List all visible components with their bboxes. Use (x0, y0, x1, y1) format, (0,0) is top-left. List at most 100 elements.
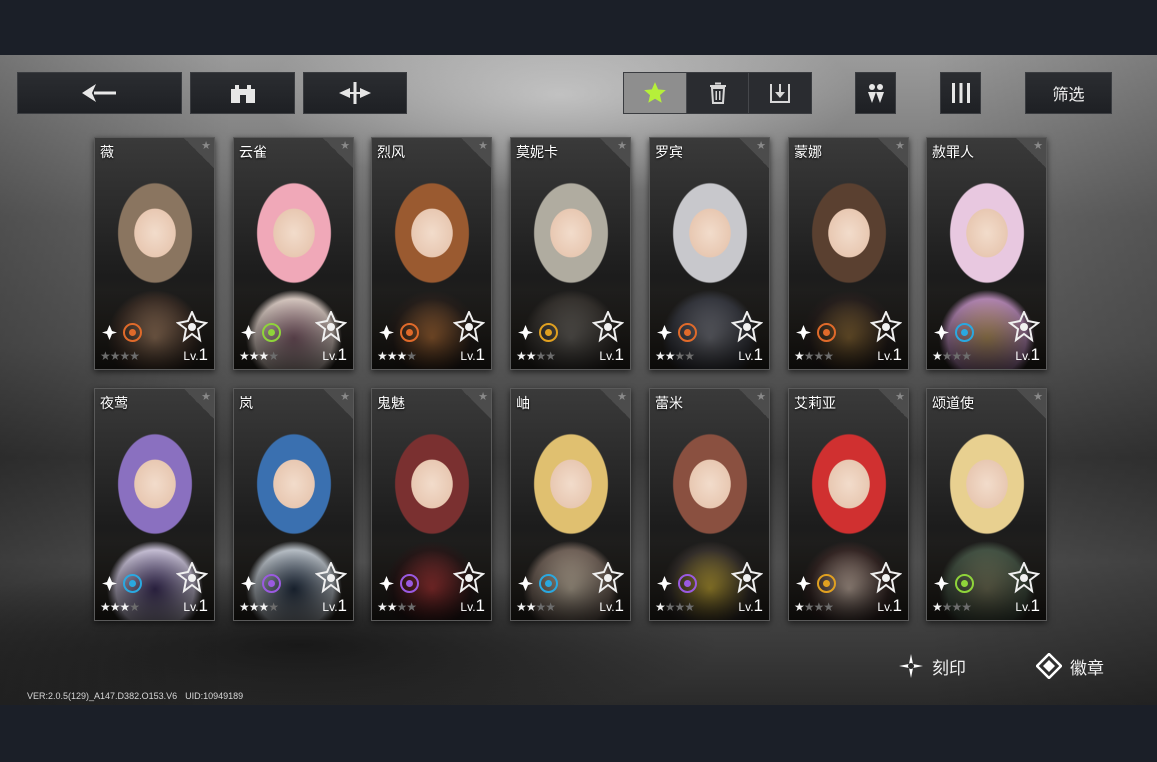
formation-button[interactable] (855, 72, 896, 114)
attribute-icon (955, 574, 974, 593)
class-icon (796, 325, 811, 340)
badge-button[interactable]: 徽章 (1036, 653, 1104, 679)
favorite-toggle[interactable]: ★ (323, 389, 353, 419)
character-card[interactable]: 烈风 ★ ★★★★ Lv.1 (371, 137, 492, 370)
level-prefix: Lv. (322, 349, 338, 363)
star-rating: ★★★★ (100, 349, 140, 363)
columns-icon (951, 83, 970, 103)
attribute-icon (123, 323, 142, 342)
star-rating: ★★★★ (655, 600, 695, 614)
character-card[interactable]: 岚 ★ ★★★★ Lv.1 (233, 388, 354, 621)
character-card[interactable]: 艾莉亚 ★ ★★★★ Lv.1 (788, 388, 909, 621)
level-prefix: Lv. (460, 600, 476, 614)
favorite-toggle[interactable]: ★ (323, 138, 353, 168)
favorite-toggle[interactable]: ★ (1016, 138, 1046, 168)
class-icon (241, 325, 256, 340)
star-icon: ★ (756, 139, 766, 152)
star-rating: ★★★★ (377, 600, 417, 614)
character-name: 夜莺 (100, 396, 128, 412)
star-rating: ★★★★ (516, 600, 556, 614)
favorite-toggle[interactable]: ★ (739, 138, 769, 168)
rank-emblem-icon (176, 562, 208, 594)
star-icon: ★ (340, 139, 350, 152)
rank-emblem-icon (731, 311, 763, 343)
character-card[interactable]: 鬼魅 ★ ★★★★ Lv.1 (371, 388, 492, 621)
star-rating: ★★★★ (932, 349, 972, 363)
level-value: 1 (1030, 596, 1040, 615)
star-icon: ★ (201, 390, 211, 403)
attribute-icon (262, 323, 281, 342)
character-card[interactable]: 蕾米 ★ ★★★★ Lv.1 (649, 388, 770, 621)
filter-button[interactable]: 筛选 (1025, 72, 1112, 114)
imprint-button[interactable]: 刻印 (898, 653, 966, 679)
favorite-toggle[interactable]: ★ (1016, 389, 1046, 419)
star-icon: ★ (756, 390, 766, 403)
character-level: Lv.1 (322, 345, 347, 365)
column-view-button[interactable] (940, 72, 981, 114)
character-card[interactable]: 薇 ★ ★★★★ Lv.1 (94, 137, 215, 370)
attribute-icon (400, 323, 419, 342)
attribute-icon (539, 574, 558, 593)
favorite-toggle[interactable]: ★ (739, 389, 769, 419)
filter-label: 筛选 (1052, 85, 1085, 104)
delete-button[interactable] (687, 73, 750, 113)
favorite-toggle[interactable]: ★ (184, 389, 214, 419)
favorite-toggle[interactable]: ★ (184, 138, 214, 168)
home-button[interactable] (190, 72, 295, 114)
character-card[interactable]: 云雀 ★ ★★★★ Lv.1 (233, 137, 354, 370)
letterbox-top (0, 0, 1157, 55)
character-name: 罗宾 (655, 145, 683, 161)
star-icon: ★ (201, 139, 211, 152)
character-level: Lv.1 (460, 345, 485, 365)
rank-emblem-icon (592, 562, 624, 594)
rank-emblem-icon (1008, 311, 1040, 343)
level-value: 1 (198, 345, 208, 364)
level-prefix: Lv. (738, 600, 754, 614)
character-level: Lv.1 (183, 345, 208, 365)
favorite-toggle[interactable]: ★ (878, 389, 908, 419)
class-icon (657, 576, 672, 591)
menu-button[interactable] (303, 72, 407, 114)
back-button[interactable] (17, 72, 182, 114)
character-level: Lv.1 (599, 596, 624, 616)
character-card[interactable]: 莫妮卡 ★ ★★★★ Lv.1 (510, 137, 631, 370)
level-prefix: Lv. (322, 600, 338, 614)
castle-icon (230, 85, 255, 103)
character-card[interactable]: 夜莺 ★ ★★★★ Lv.1 (94, 388, 215, 621)
character-name: 艾莉亚 (794, 396, 836, 412)
level-prefix: Lv. (1015, 600, 1031, 614)
character-card[interactable]: 罗宾 ★ ★★★★ Lv.1 (649, 137, 770, 370)
favorite-toggle[interactable]: ★ (600, 389, 630, 419)
character-level: Lv.1 (738, 596, 763, 616)
level-value: 1 (753, 345, 763, 364)
rank-emblem-icon (176, 311, 208, 343)
class-icon (518, 576, 533, 591)
level-value: 1 (614, 596, 624, 615)
star-icon: ★ (1033, 390, 1043, 403)
character-card[interactable]: 颂道使 ★ ★★★★ Lv.1 (926, 388, 1047, 621)
class-icon (518, 325, 533, 340)
class-icon (657, 325, 672, 340)
rank-emblem-icon (315, 311, 347, 343)
favorite-toggle[interactable]: ★ (461, 389, 491, 419)
rank-emblem-icon (870, 311, 902, 343)
character-card[interactable]: 岫 ★ ★★★★ Lv.1 (510, 388, 631, 621)
level-prefix: Lv. (460, 349, 476, 363)
favorite-toggle[interactable]: ★ (878, 138, 908, 168)
star-icon: ★ (617, 139, 627, 152)
sort-mode-switch (623, 72, 812, 114)
character-card[interactable]: 赦罪人 ★ ★★★★ Lv.1 (926, 137, 1047, 370)
level-value: 1 (337, 345, 347, 364)
attribute-icon (539, 323, 558, 342)
star-rating: ★★★★ (100, 600, 140, 614)
star-rating: ★★★★ (239, 600, 279, 614)
character-card[interactable]: 蒙娜 ★ ★★★★ Lv.1 (788, 137, 909, 370)
star-icon: ★ (340, 390, 350, 403)
level-prefix: Lv. (183, 600, 199, 614)
star-icon: ★ (1033, 139, 1043, 152)
favorite-toggle[interactable]: ★ (461, 138, 491, 168)
attribute-icon (817, 323, 836, 342)
favorite-toggle[interactable]: ★ (600, 138, 630, 168)
import-button[interactable] (749, 73, 811, 113)
favorite-sort-button[interactable] (624, 73, 687, 113)
